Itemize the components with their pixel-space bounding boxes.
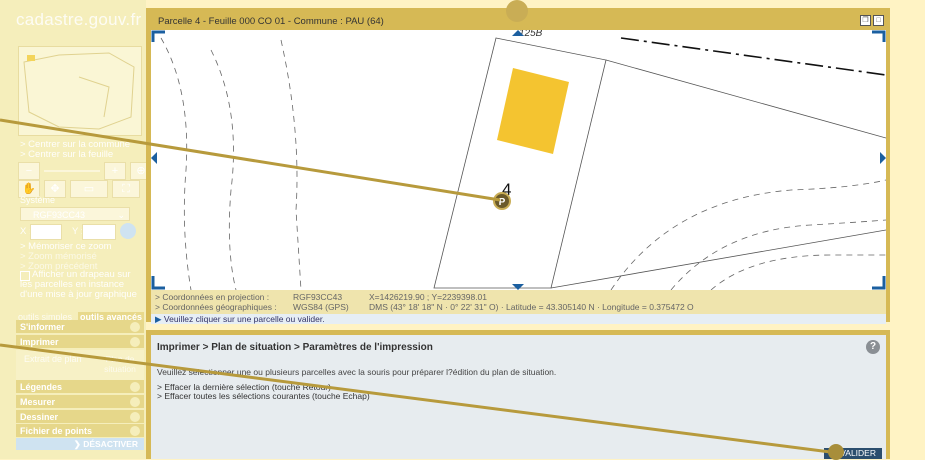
overlay-handle-top[interactable]: [506, 0, 528, 22]
annotation-overlay: [0, 118, 839, 455]
overlay-handle-bottom[interactable]: [828, 444, 844, 460]
